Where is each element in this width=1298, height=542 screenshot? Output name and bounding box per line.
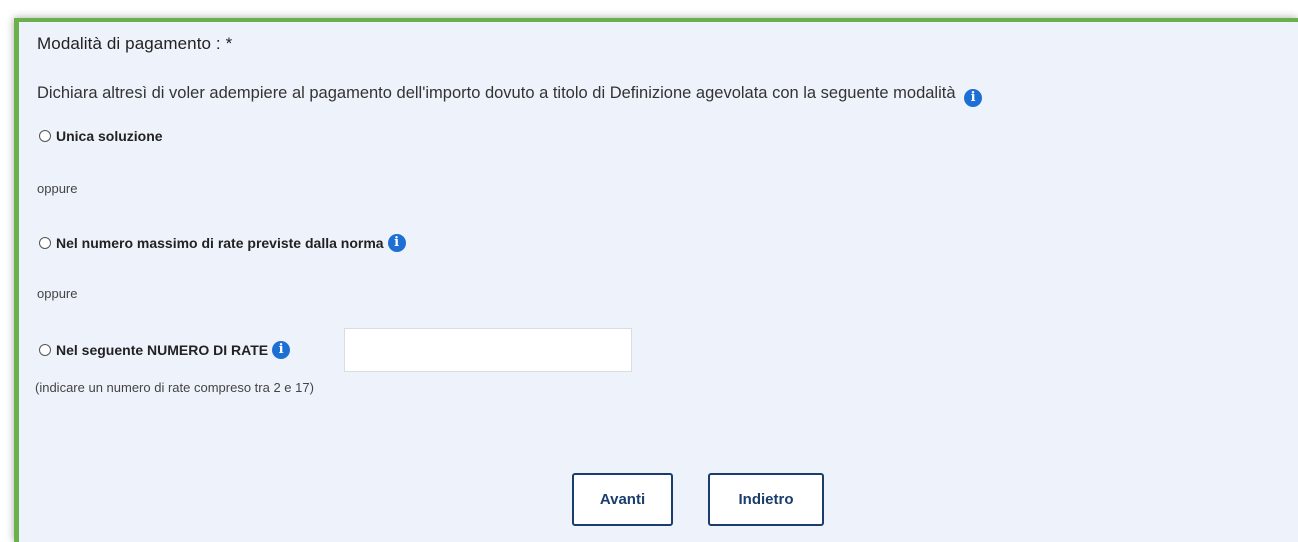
radio-unica-soluzione[interactable] [39,130,51,142]
section-title: Modalità di pagamento : * [37,34,233,53]
option-label: Unica soluzione [56,128,163,144]
option-label: Nel seguente NUMERO DI RATE [56,342,269,358]
option-numero-massimo-rate[interactable]: Nel numero massimo di rate previste dall… [39,234,406,252]
next-button[interactable]: Avanti [572,473,673,526]
option-label: Nel numero massimo di rate previste dall… [56,235,384,251]
page: Modalità di pagamento : * Dichiara altre… [0,0,1298,542]
option-numero-di-rate[interactable]: Nel seguente NUMERO DI RATE i [39,341,291,359]
rate-count-input[interactable] [344,328,632,372]
info-icon[interactable]: i [964,89,983,107]
info-icon[interactable]: i [387,234,406,252]
declaration-label: Dichiara altresì di voler adempiere al p… [37,84,956,102]
declaration-text: Dichiara altresì di voler adempiere al p… [37,84,983,107]
radio-numero-massimo-rate[interactable] [39,237,51,249]
info-icon[interactable]: i [272,341,291,359]
option-unica-soluzione[interactable]: Unica soluzione [39,128,163,144]
payment-mode-panel: Modalità di pagamento : * Dichiara altre… [14,18,1298,542]
radio-numero-di-rate[interactable] [39,344,51,356]
back-button[interactable]: Indietro [708,473,824,526]
rate-hint: (indicare un numero di rate compreso tra… [35,380,314,395]
separator-oppure: oppure [37,181,78,196]
separator-oppure: oppure [37,286,78,301]
